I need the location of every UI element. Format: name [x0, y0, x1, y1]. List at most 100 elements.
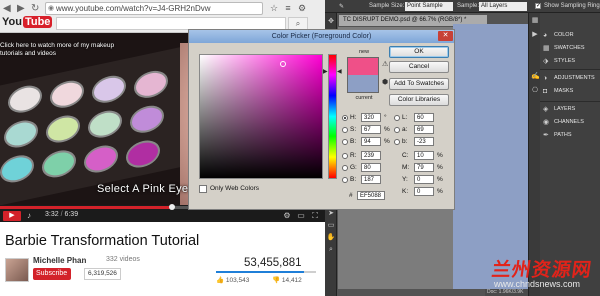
- history-panel-icon[interactable]: ▦: [531, 17, 539, 25]
- brightness-input[interactable]: 94: [361, 137, 381, 146]
- saturation-input[interactable]: 67: [361, 125, 381, 134]
- show-sampling-ring-checkbox[interactable]: ✓: [535, 3, 541, 9]
- shape-tool-icon[interactable]: ▭: [326, 221, 336, 231]
- theater-icon[interactable]: ▭: [296, 211, 306, 221]
- cyan-unit: %: [437, 152, 443, 159]
- only-web-colors-checkbox[interactable]: [199, 185, 207, 193]
- web-safe-cube-icon[interactable]: ⬢: [382, 78, 388, 86]
- volume-icon[interactable]: ♪: [24, 211, 34, 221]
- panel-channels[interactable]: ◉ CHANNELS: [542, 118, 598, 127]
- avatar[interactable]: [5, 258, 29, 282]
- options-bar: ✎ Sample Size: Point Sample Sample: All …: [325, 0, 600, 13]
- saturation-radio[interactable]: [342, 127, 348, 133]
- cyan-input[interactable]: 10: [414, 151, 434, 160]
- only-web-colors-label: Only Web Colors: [210, 185, 260, 192]
- hue-radio[interactable]: [342, 115, 348, 121]
- hue-input[interactable]: 320: [361, 113, 381, 122]
- menu-icon[interactable]: ≡: [282, 2, 294, 14]
- red-radio[interactable]: [342, 153, 348, 159]
- like-button[interactable]: 👍 103,543: [216, 276, 249, 284]
- clone-panel-icon[interactable]: ⎔: [531, 87, 539, 95]
- masks-panel-icon: ◘: [543, 88, 548, 95]
- progress-handle[interactable]: [169, 204, 176, 210]
- canvas[interactable]: [453, 24, 528, 289]
- wrench-icon[interactable]: ⚙: [296, 2, 308, 14]
- sample-size-label: Sample Size:: [369, 3, 405, 9]
- panel-swatches[interactable]: ▦ SWATCHES: [542, 44, 598, 53]
- lab-a-radio[interactable]: [394, 127, 400, 133]
- dialog-title[interactable]: Color Picker (Foreground Color): [189, 30, 454, 43]
- green-label: G:: [350, 164, 357, 171]
- color-picker-dialog: Color Picker (Foreground Color) ✕ ▶ ◀ ne…: [188, 29, 455, 210]
- green-input[interactable]: 80: [361, 163, 381, 172]
- styles-panel-icon: ⬗: [543, 58, 549, 65]
- play-button[interactable]: ▶: [3, 211, 21, 221]
- new-color-label: new: [358, 49, 370, 55]
- panel-color[interactable]: ◕ COLOR: [542, 31, 598, 40]
- magenta-label: M:: [402, 164, 410, 171]
- sample-select[interactable]: All Layers: [479, 2, 527, 11]
- brush-panel-icon[interactable]: ✍: [531, 73, 540, 81]
- lab-l-radio[interactable]: [394, 115, 400, 121]
- progress-fill: [0, 206, 173, 209]
- lab-a-input[interactable]: 69: [414, 125, 434, 134]
- actions-panel-icon[interactable]: ▶: [531, 31, 539, 39]
- panel-adjustments[interactable]: ◑ ADJUSTMENTS: [542, 74, 598, 83]
- blue-input[interactable]: 187: [361, 175, 381, 184]
- eyedropper-icon[interactable]: ✎: [339, 3, 344, 10]
- hue-slider[interactable]: [328, 54, 337, 179]
- lab-l-input[interactable]: 60: [414, 113, 434, 122]
- video-annotation[interactable]: Click here to watch more of my makeup tu…: [0, 42, 114, 58]
- sample-label: Sample:: [457, 3, 480, 9]
- color-field-cursor[interactable]: [280, 61, 286, 67]
- channel-name[interactable]: Michelle Phan: [33, 256, 86, 265]
- yellow-input[interactable]: 0: [414, 175, 434, 184]
- address-bar[interactable]: ◉ www.youtube.com/watch?v=J4-GRH2nDvw: [45, 2, 263, 15]
- path-select-icon[interactable]: ➤: [326, 209, 336, 219]
- fullscreen-icon[interactable]: ⛶: [310, 211, 320, 221]
- layers-panel-icon: ◈: [543, 106, 549, 113]
- move-tool-icon[interactable]: ✥: [326, 17, 336, 27]
- color-field[interactable]: [199, 54, 323, 179]
- lab-b-radio[interactable]: [394, 139, 400, 145]
- ok-button[interactable]: OK: [389, 46, 449, 58]
- sample-size-select[interactable]: Point Sample: [405, 2, 453, 11]
- out-of-gamut-warning-icon[interactable]: ⚠: [382, 60, 388, 68]
- dislike-button[interactable]: 👎 14,412: [272, 276, 302, 284]
- black-input[interactable]: 0: [414, 187, 434, 196]
- channel-video-count[interactable]: 332 videos: [106, 256, 140, 263]
- panel-layers[interactable]: ◈ LAYERS: [542, 105, 598, 114]
- blue-radio[interactable]: [342, 177, 348, 183]
- current-color-swatch[interactable]: [347, 75, 379, 93]
- hex-label: #: [349, 192, 353, 199]
- like-ratio-bar: [216, 271, 316, 273]
- cancel-button[interactable]: Cancel: [389, 61, 449, 73]
- panel-divider: [540, 101, 600, 102]
- youtube-logo[interactable]: You Tube: [2, 14, 53, 30]
- view-count: 53,455,881: [244, 257, 302, 269]
- hue-slider-right-arrow-icon[interactable]: ◀: [337, 68, 342, 75]
- settings-icon[interactable]: ⚙: [282, 211, 292, 221]
- brightness-radio[interactable]: [342, 139, 348, 145]
- close-icon[interactable]: ✕: [438, 31, 453, 41]
- yellow-label: Y:: [402, 176, 408, 183]
- lab-b-input[interactable]: -23: [414, 137, 434, 146]
- hex-input[interactable]: EF5088: [357, 191, 385, 200]
- subscribe-button[interactable]: Subscribe: [33, 268, 72, 280]
- green-radio[interactable]: [342, 165, 348, 171]
- color-libraries-button[interactable]: Color Libraries: [389, 94, 449, 106]
- globe-icon: ◉: [48, 5, 55, 12]
- add-to-swatches-button[interactable]: Add To Swatches: [389, 78, 449, 90]
- yellow-unit: %: [437, 176, 443, 183]
- star-icon[interactable]: ☆: [268, 2, 280, 14]
- zoom-tool-icon[interactable]: ⌕: [326, 245, 336, 255]
- black-unit: %: [437, 188, 443, 195]
- brightness-label: B:: [350, 138, 357, 145]
- hue-slider-left-arrow-icon[interactable]: ▶: [323, 68, 328, 75]
- red-input[interactable]: 239: [361, 151, 381, 160]
- panel-styles[interactable]: ⬗ STYLES: [542, 57, 598, 66]
- magenta-input[interactable]: 79: [414, 163, 434, 172]
- panel-masks[interactable]: ◘ MASKS: [542, 87, 598, 96]
- panel-paths[interactable]: ✒ PATHS: [542, 131, 598, 140]
- hand-tool-icon[interactable]: ✋: [326, 233, 336, 243]
